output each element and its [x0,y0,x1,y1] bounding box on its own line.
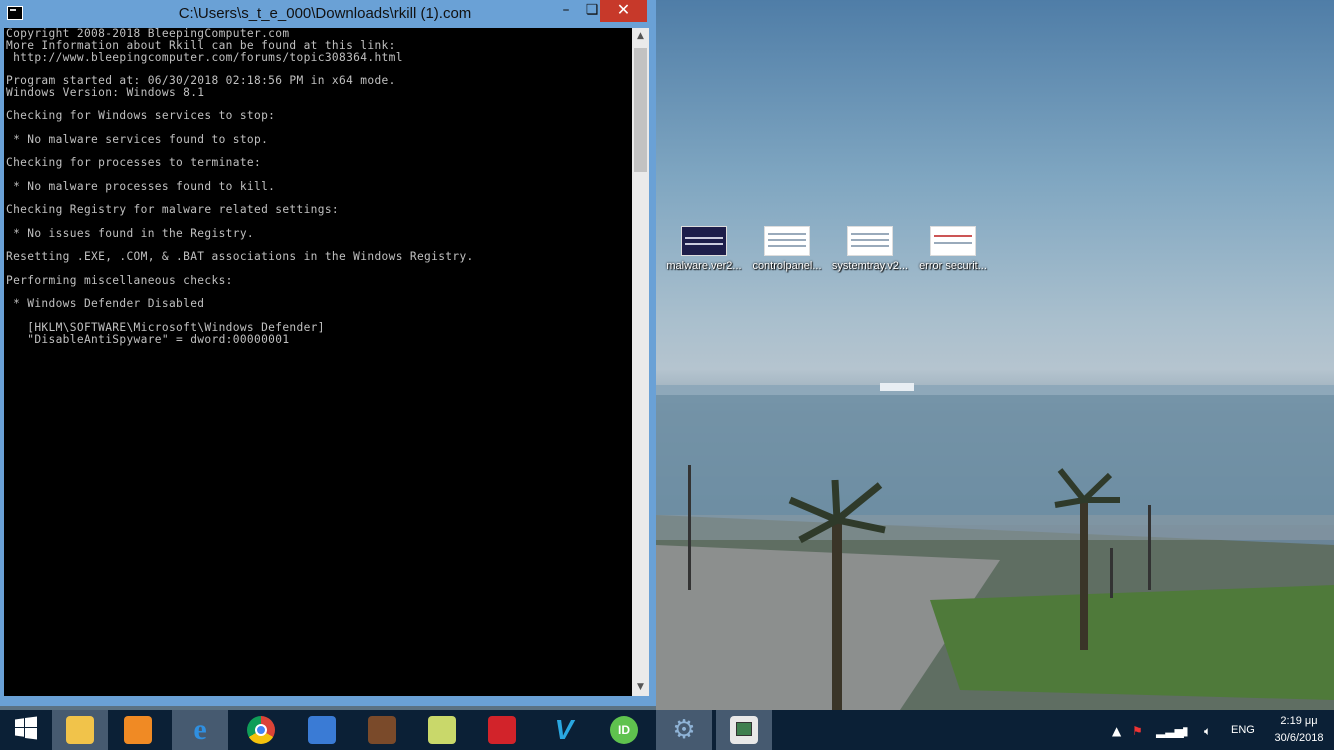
taskbar-vpn-app[interactable]: V [536,710,592,750]
taskbar: e V ID ⚙ ▲ ⚑ ▂▃▅ ▮ 🔈︎ ENG 2:19 μμ 30/6/2018 [0,710,1334,750]
volume-icon[interactable]: 🔈︎ [1204,724,1211,739]
red-monster-icon [488,716,516,744]
taskbar-game-app[interactable] [354,710,410,750]
screenshot-thumbnail-icon [930,226,976,256]
console-app-icon[interactable] [7,6,23,20]
language-indicator[interactable]: ENG [1231,724,1255,736]
console-output[interactable]: Copyright 2008-2018 BleepingComputer.com… [4,28,632,696]
action-center-flag-icon[interactable]: ⚑ [1132,724,1143,738]
screenshot-thumbnail-icon [764,226,810,256]
taskbar-file-explorer[interactable] [52,710,108,750]
taskbar-remote-app[interactable] [474,710,530,750]
taskbar-settings-app[interactable]: ⚙ [656,710,712,750]
taskbar-media-player[interactable] [110,710,166,750]
diamond-icon [428,716,456,744]
system-tray: ▲ ⚑ ▂▃▅ ▮ 🔈︎ ENG 2:19 μμ 30/6/2018 [1100,710,1334,750]
taskbar-downloader-app[interactable]: ID [596,710,652,750]
desktop-icon-error-security[interactable]: error securit... [911,226,995,282]
taskbar-chrome[interactable] [233,710,289,750]
show-hidden-icons-icon[interactable]: ▲ [1112,724,1121,738]
minimize-button[interactable]: – [552,0,580,22]
screenshot-thumbnail-icon [681,226,727,256]
close-button[interactable]: ✕ [600,0,647,22]
window-title: C:\Users\s_t_e_000\Downloads\rkill (1).c… [178,5,472,22]
ie-icon: e [193,713,207,746]
idm-icon: ID [610,716,638,744]
taskbar-xsplit-app[interactable] [414,710,470,750]
console-text: Copyright 2008-2018 BleepingComputer.com… [6,28,474,346]
gear-icon: ⚙ [672,715,696,745]
mail-bird-icon [308,716,336,744]
windows-logo-icon [14,716,42,744]
power-icon[interactable]: ▮ [1182,724,1189,738]
taskbar-internet-explorer[interactable]: e [172,710,228,750]
taskbar-start-button[interactable] [0,710,56,750]
vertical-scrollbar[interactable]: ▲ ▼ [632,28,649,696]
v-logo-icon: V [554,714,574,745]
console-window[interactable]: C:\Users\s_t_e_000\Downloads\rkill (1).c… [0,0,656,706]
window-titlebar[interactable]: C:\Users\s_t_e_000\Downloads\rkill (1).c… [0,0,656,28]
taskbar-thunderbird[interactable] [294,710,350,750]
scroll-up-arrow-icon[interactable]: ▲ [632,28,649,45]
game-icon [368,716,396,744]
scroll-down-arrow-icon[interactable]: ▼ [632,679,649,696]
desktop-icon-systemtray[interactable]: systemtray.v2... [828,226,912,282]
desktop-icon-controlpanel[interactable]: controlpanel... [745,226,829,282]
clock-date[interactable]: 30/6/2018 [1270,732,1328,744]
taskbar-console-app[interactable] [716,710,772,750]
desktop-icon-malware[interactable]: malware.ver2... [662,226,746,282]
network-signal-icon[interactable]: ▂▃▅ [1156,724,1184,738]
clock-time[interactable]: 2:19 μμ [1270,715,1328,727]
scrollbar-thumb[interactable] [634,48,647,172]
chrome-icon [247,716,275,744]
screenshot-thumbnail-icon [847,226,893,256]
play-icon [124,716,152,744]
window-icon [730,716,758,744]
folder-icon [66,716,94,744]
